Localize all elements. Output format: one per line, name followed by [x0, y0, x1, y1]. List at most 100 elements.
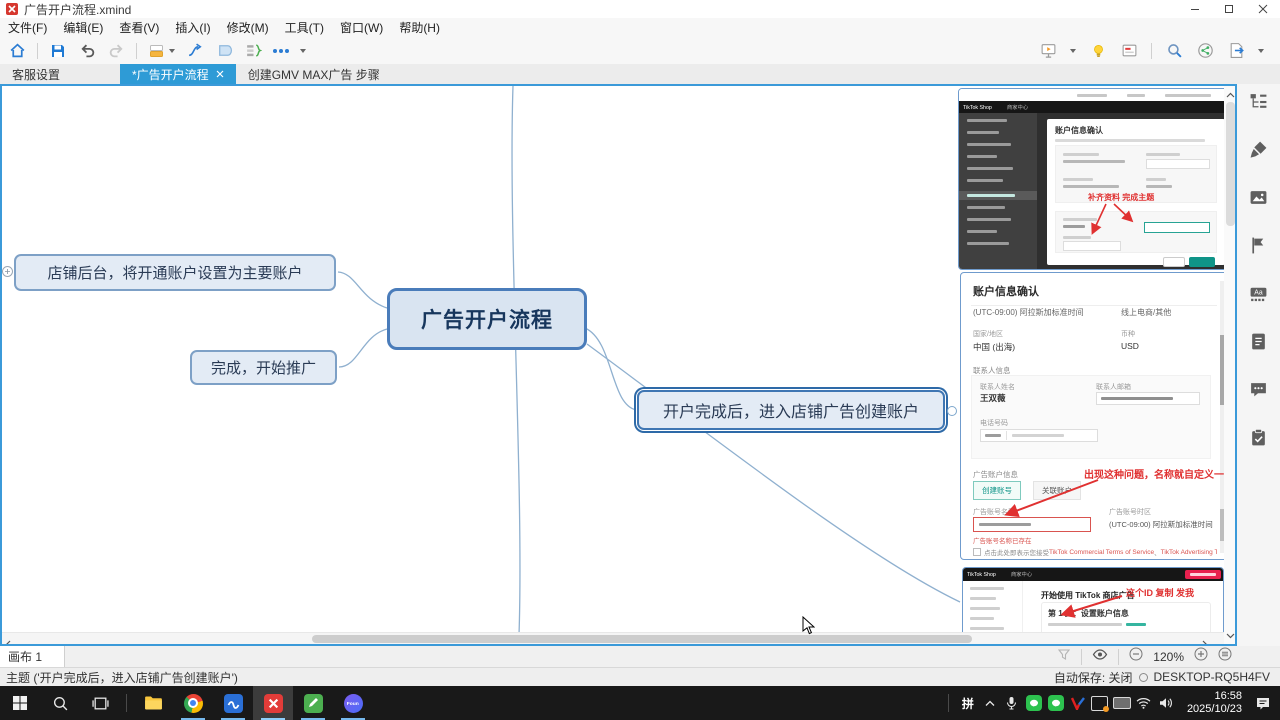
foun-app-button[interactable]: Foun	[333, 686, 373, 720]
email-input[interactable]	[1096, 392, 1200, 405]
wechat-icon[interactable]	[1023, 686, 1045, 720]
expand-handle-icon[interactable]	[947, 406, 957, 416]
marker-flag-icon[interactable]	[1249, 236, 1268, 260]
outline-structure-icon[interactable]	[1249, 92, 1268, 116]
comment-icon[interactable]	[1249, 380, 1268, 404]
scroll-left-icon[interactable]	[5, 636, 11, 646]
toolbar-overflow-chevron-icon[interactable]	[300, 49, 306, 53]
idea-bulb-button[interactable]	[1089, 42, 1107, 60]
menu-modify[interactable]: 修改(M)	[219, 19, 277, 36]
device-card-icon[interactable]	[1111, 686, 1133, 720]
insert-topic-button[interactable]	[148, 43, 175, 59]
redacted-link[interactable]	[1126, 623, 1146, 626]
relationship-button[interactable]	[186, 42, 204, 60]
confirm-button[interactable]	[1189, 257, 1215, 267]
terms-link-1[interactable]: TikTok Commercial Terms of Service	[1049, 549, 1154, 556]
hidden-icons-chevron[interactable]	[979, 686, 1001, 720]
topic-after-open-selected[interactable]: 开户完成后，进入店铺广告创建账户	[637, 390, 945, 430]
canvas-vscrollbar[interactable]	[1224, 86, 1237, 644]
promo-button[interactable]	[1185, 570, 1221, 579]
tab-ad-account-flow[interactable]: *广告开户流程	[120, 64, 236, 84]
filter-icon[interactable]	[1057, 647, 1071, 666]
phone-input[interactable]	[980, 429, 1098, 442]
notes-icon[interactable]	[1249, 332, 1268, 356]
ime-indicator[interactable]: 拼	[957, 686, 979, 720]
terms-link-2[interactable]: TikTok Advertising Terms	[1161, 549, 1217, 556]
task-view-button[interactable]	[80, 686, 120, 720]
close-button[interactable]	[1246, 0, 1280, 18]
input-field-highlighted[interactable]	[1144, 222, 1210, 233]
mindmap-canvas[interactable]: 店铺后台，将开通账户设置为主要账户 完成，开始推广 广告开户流程 开户完成后，进…	[0, 84, 1237, 646]
tab-create-account[interactable]: 创建账号	[973, 481, 1021, 500]
menu-view[interactable]: 查看(V)	[111, 19, 167, 36]
hscroll-thumb[interactable]	[312, 635, 972, 643]
attachment-image-account-confirm[interactable]: TikTok Shop 商家中心 账户信息确认	[958, 88, 1234, 270]
presentation-button[interactable]	[1039, 42, 1057, 60]
menu-help[interactable]: 帮助(H)	[391, 19, 448, 36]
scroll-down-icon[interactable]	[1226, 626, 1235, 644]
attachment-image-account-detail[interactable]: 账户信息确认 (UTC-09:00) 阿拉斯加标准时间 线上电商/其他 国家/地…	[960, 272, 1228, 560]
zoom-in-button[interactable]	[1194, 647, 1208, 666]
redo-button[interactable]	[107, 42, 125, 60]
notes-card-button[interactable]	[1120, 42, 1138, 60]
undo-button[interactable]	[78, 42, 96, 60]
menu-tools[interactable]: 工具(T)	[277, 19, 332, 36]
taskbar-clock[interactable]: 16:58 2025/10/23	[1187, 690, 1242, 716]
home-button[interactable]	[8, 42, 26, 60]
wifi-icon[interactable]	[1133, 686, 1155, 720]
screen-capture-icon[interactable]	[1089, 686, 1111, 720]
action-center-icon[interactable]	[1252, 686, 1274, 720]
input-field[interactable]	[1063, 241, 1121, 251]
tab-close-icon[interactable]	[216, 70, 224, 78]
wechat-work-icon[interactable]	[1045, 686, 1067, 720]
cancel-button[interactable]	[1163, 257, 1185, 267]
image-icon[interactable]	[1249, 188, 1268, 212]
tab-gmv-max[interactable]: 创建GMV MAX广告 步骤	[236, 64, 392, 84]
topic-store-backend[interactable]: 店铺后台，将开通账户设置为主要账户	[14, 254, 336, 291]
menu-insert[interactable]: 插入(I)	[167, 19, 218, 36]
volume-icon[interactable]	[1155, 686, 1177, 720]
menu-edit[interactable]: 编辑(E)	[55, 19, 111, 36]
sheet-tab-canvas1[interactable]: 画布 1	[0, 646, 65, 667]
export-button[interactable]	[1227, 42, 1245, 60]
collapse-handle-icon[interactable]	[2, 266, 13, 277]
scroll-right-icon[interactable]	[1202, 636, 1208, 646]
task-checklist-icon[interactable]	[1249, 428, 1268, 452]
scroll-up-icon[interactable]	[1224, 89, 1237, 101]
preview-eye-icon[interactable]	[1092, 648, 1108, 666]
xmind-taskbar-button[interactable]	[253, 686, 293, 720]
start-button[interactable]	[0, 686, 40, 720]
share-button[interactable]	[1196, 42, 1214, 60]
search-button[interactable]	[1165, 42, 1183, 60]
maximize-button[interactable]	[1212, 0, 1246, 18]
zoom-out-button[interactable]	[1129, 647, 1143, 666]
terms-checkbox[interactable]	[973, 548, 981, 556]
chrome-button[interactable]	[173, 686, 213, 720]
topic-finish-promote[interactable]: 完成，开始推广	[190, 350, 337, 385]
menu-window[interactable]: 窗口(W)	[332, 19, 391, 36]
minimize-button[interactable]	[1178, 0, 1212, 18]
v-app-icon[interactable]	[1067, 686, 1089, 720]
input-field[interactable]	[1146, 159, 1210, 169]
fit-map-button[interactable]	[1218, 647, 1232, 666]
format-brush-icon[interactable]	[1249, 140, 1268, 164]
label-aa-icon[interactable]: Aa	[1249, 284, 1268, 308]
more-tools-button[interactable]	[273, 49, 289, 53]
vscroll-thumb[interactable]	[1226, 102, 1235, 226]
tab-link-account[interactable]: 关联账户	[1033, 481, 1081, 500]
taskbar-search-button[interactable]	[40, 686, 80, 720]
blue-app-button[interactable]	[213, 686, 253, 720]
ad-name-input-error[interactable]	[973, 517, 1091, 532]
canvas-hscrollbar[interactable]	[2, 632, 1224, 645]
save-button[interactable]	[49, 42, 67, 60]
green-app-button[interactable]	[293, 686, 333, 720]
menu-file[interactable]: 文件(F)	[0, 19, 55, 36]
central-topic[interactable]: 广告开户流程	[387, 288, 587, 350]
microphone-icon[interactable]	[1001, 686, 1023, 720]
file-explorer-button[interactable]	[133, 686, 173, 720]
tab-customer-service[interactable]: 客服设置	[0, 64, 72, 84]
presentation-chevron-icon[interactable]	[1070, 49, 1076, 53]
summary-button[interactable]	[244, 42, 262, 60]
boundary-button[interactable]	[215, 42, 233, 60]
export-chevron-icon[interactable]	[1258, 49, 1264, 53]
